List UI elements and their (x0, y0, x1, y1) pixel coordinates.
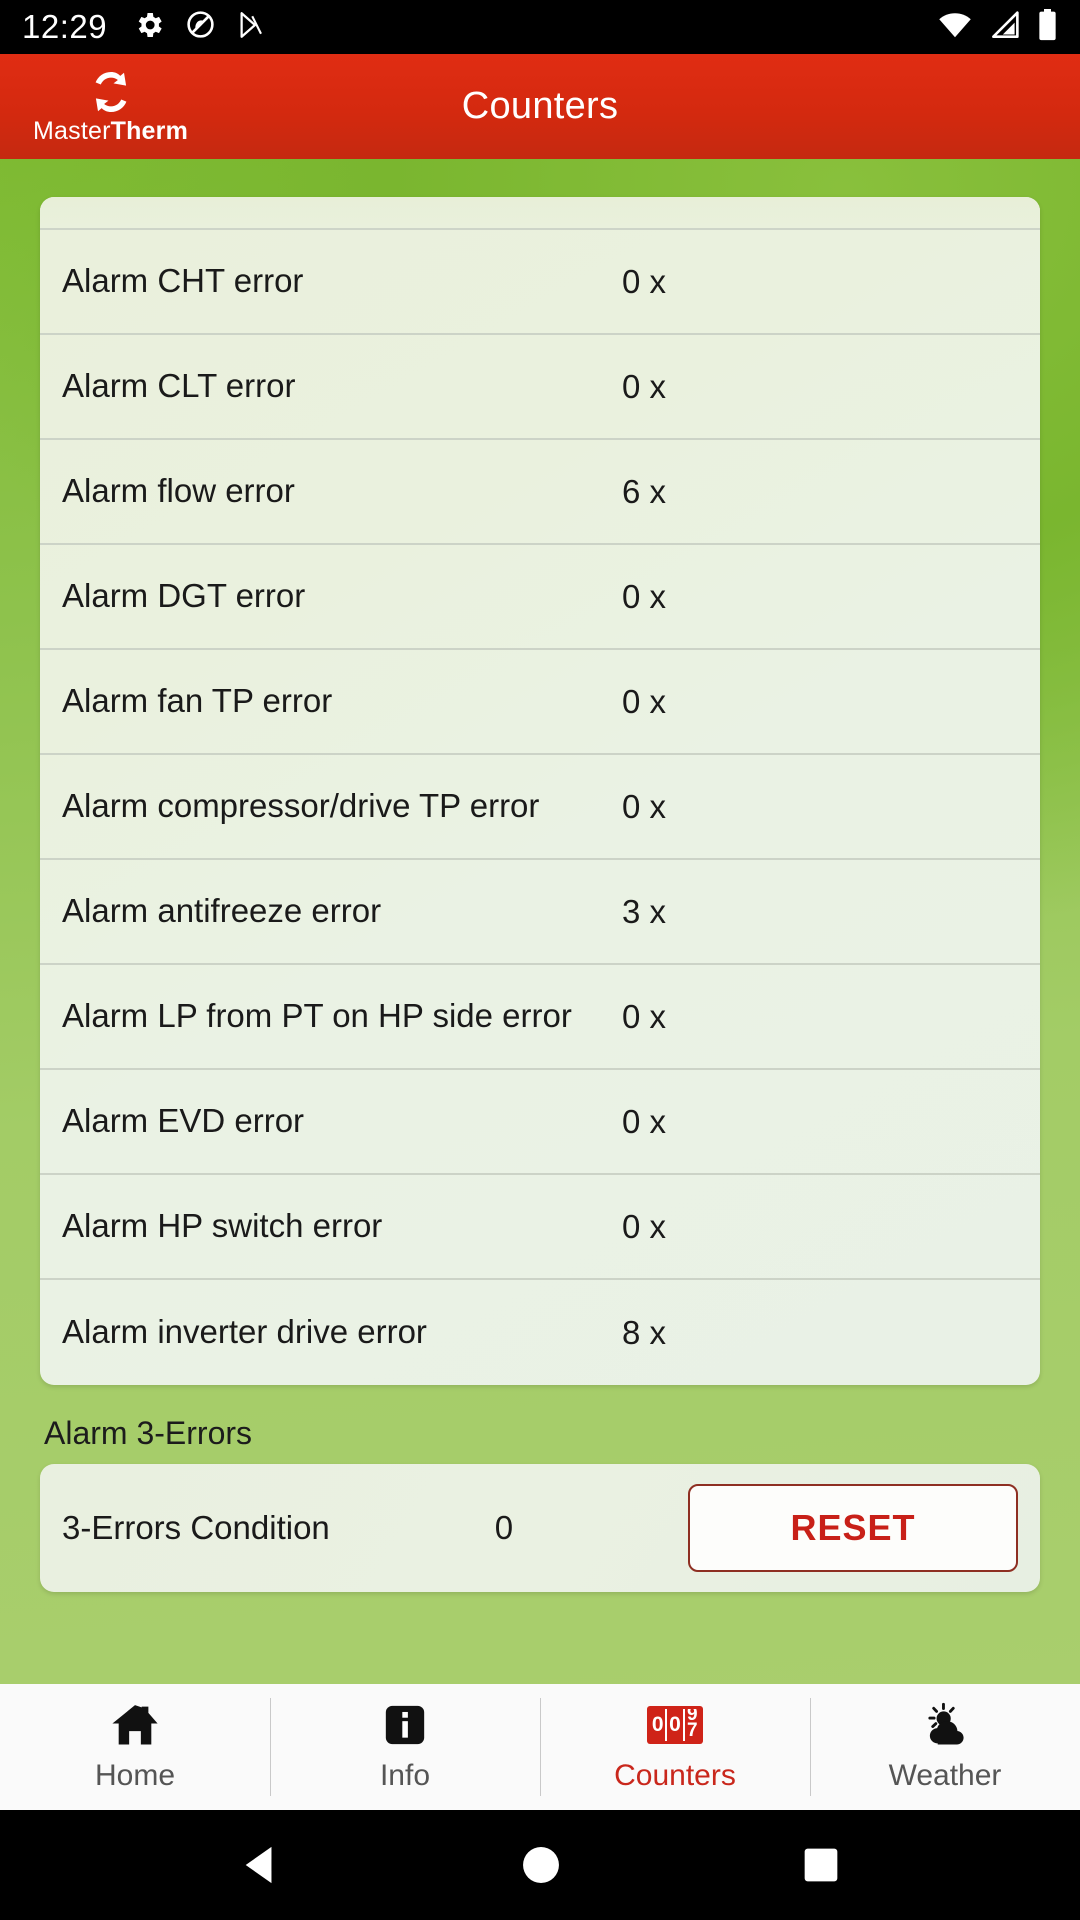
counter-label: Alarm EVD error (62, 1102, 305, 1140)
status-bar-notification-icons (133, 9, 937, 46)
refresh-circular-arrows-icon (95, 71, 126, 112)
page-content: Alarm CHT error 0 x Alarm CLT error 0 x … (0, 159, 1080, 1684)
table-row[interactable]: Alarm CLT error 0 x (40, 335, 1040, 440)
settings-gear-icon (133, 9, 165, 46)
play-store-icon (236, 10, 266, 45)
nav-item-counters[interactable]: 0 0 97 Counters (540, 1684, 810, 1810)
info-icon (382, 1702, 428, 1748)
brand-name: MasterTherm (33, 117, 188, 146)
table-row[interactable]: Alarm inverter drive error 8 x (40, 1280, 1040, 1385)
counter-value: 0 x (622, 787, 667, 825)
home-circle-icon[interactable] (520, 1844, 562, 1886)
no-sound-icon (185, 9, 216, 45)
counter-label: Alarm inverter drive error (62, 1313, 427, 1351)
odometer-digit: 0 (650, 1708, 668, 1741)
counter-label: Alarm HP switch error (62, 1207, 383, 1245)
odometer-digit: 0 (667, 1708, 685, 1741)
status-bar-system-icons (937, 8, 1058, 46)
three-errors-value: 0 (494, 1509, 514, 1546)
counter-value: 0 x (622, 1102, 667, 1140)
three-errors-label: 3-Errors Condition (62, 1509, 330, 1546)
nav-label-home: Home (94, 1758, 176, 1792)
wifi-icon (937, 10, 973, 45)
status-bar: 12:29 (0, 0, 1080, 54)
android-system-nav (0, 1810, 1080, 1920)
recents-square-icon[interactable] (802, 1846, 840, 1884)
counter-label: Alarm DGT error (62, 577, 306, 615)
counter-value: 0 x (622, 577, 667, 615)
three-errors-card: 3-Errors Condition 0 RESET (40, 1464, 1040, 1592)
table-row[interactable]: Alarm DGT error 0 x (40, 545, 1040, 650)
brand-name-first: Master (32, 116, 111, 145)
battery-icon (1037, 8, 1058, 46)
table-row[interactable]: Alarm compressor/drive TP error 0 x (40, 755, 1040, 860)
cellular-signal-icon (989, 10, 1021, 45)
counter-label: Alarm fan TP error (62, 682, 333, 720)
brand-name-second: Therm (110, 116, 188, 145)
table-row[interactable]: Alarm EVD error 0 x (40, 1070, 1040, 1175)
phone-screen: 12:29 MasterTherm Counters Alarm CHT err… (0, 0, 1080, 1920)
counters-card: Alarm CHT error 0 x Alarm CLT error 0 x … (40, 197, 1040, 1385)
odometer-digit-rolling: 97 (687, 1708, 698, 1741)
brand-logo: MasterTherm (18, 68, 203, 146)
home-icon (109, 1702, 161, 1748)
table-row[interactable]: Alarm antifreeze error 3 x (40, 860, 1040, 965)
reset-button[interactable]: RESET (688, 1484, 1018, 1572)
nav-label-weather: Weather (888, 1758, 1002, 1792)
nav-item-info[interactable]: Info (270, 1684, 540, 1810)
table-row[interactable]: Alarm HP switch error 0 x (40, 1175, 1040, 1280)
nav-label-counters: Counters (614, 1758, 736, 1792)
table-row[interactable]: Alarm LP from PT on HP side error 0 x (40, 965, 1040, 1070)
table-row[interactable]: Alarm fan TP error 0 x (40, 650, 1040, 755)
counter-value: 0 x (622, 262, 667, 300)
app-bar: MasterTherm Counters (0, 54, 1080, 159)
three-errors-section-title: Alarm 3-Errors (44, 1415, 253, 1451)
counter-value: 0 x (622, 1207, 667, 1245)
nav-item-weather[interactable]: Weather (810, 1684, 1080, 1810)
sun-cloud-icon (916, 1702, 974, 1748)
bottom-navigation-bar: Home Info 0 0 97 Counters Weather (0, 1684, 1080, 1810)
nav-item-home[interactable]: Home (0, 1684, 270, 1810)
counter-label: Alarm CHT error (62, 262, 304, 300)
counter-value: 6 x (622, 472, 667, 510)
counters-card-header-strip (40, 197, 1040, 230)
counter-label: Alarm CLT error (62, 367, 296, 405)
odometer-body: 0 0 97 (647, 1705, 703, 1744)
counter-value: 8 x (622, 1313, 667, 1351)
counter-label: Alarm compressor/drive TP error (62, 787, 540, 825)
counter-label: Alarm flow error (62, 472, 295, 510)
status-bar-clock: 12:29 (22, 8, 108, 45)
table-row[interactable]: Alarm CHT error 0 x (40, 230, 1040, 335)
counter-label: Alarm antifreeze error (62, 892, 382, 930)
counter-label: Alarm LP from PT on HP side error (62, 997, 572, 1035)
back-triangle-icon[interactable] (240, 1844, 280, 1886)
counter-value: 3 x (622, 892, 667, 930)
counter-value: 0 x (622, 367, 667, 405)
counter-value: 0 x (622, 682, 667, 720)
odometer-counter-icon: 0 0 97 (647, 1702, 703, 1748)
table-row[interactable]: Alarm flow error 6 x (40, 440, 1040, 545)
nav-label-info: Info (379, 1758, 431, 1792)
counter-value: 0 x (622, 997, 667, 1035)
